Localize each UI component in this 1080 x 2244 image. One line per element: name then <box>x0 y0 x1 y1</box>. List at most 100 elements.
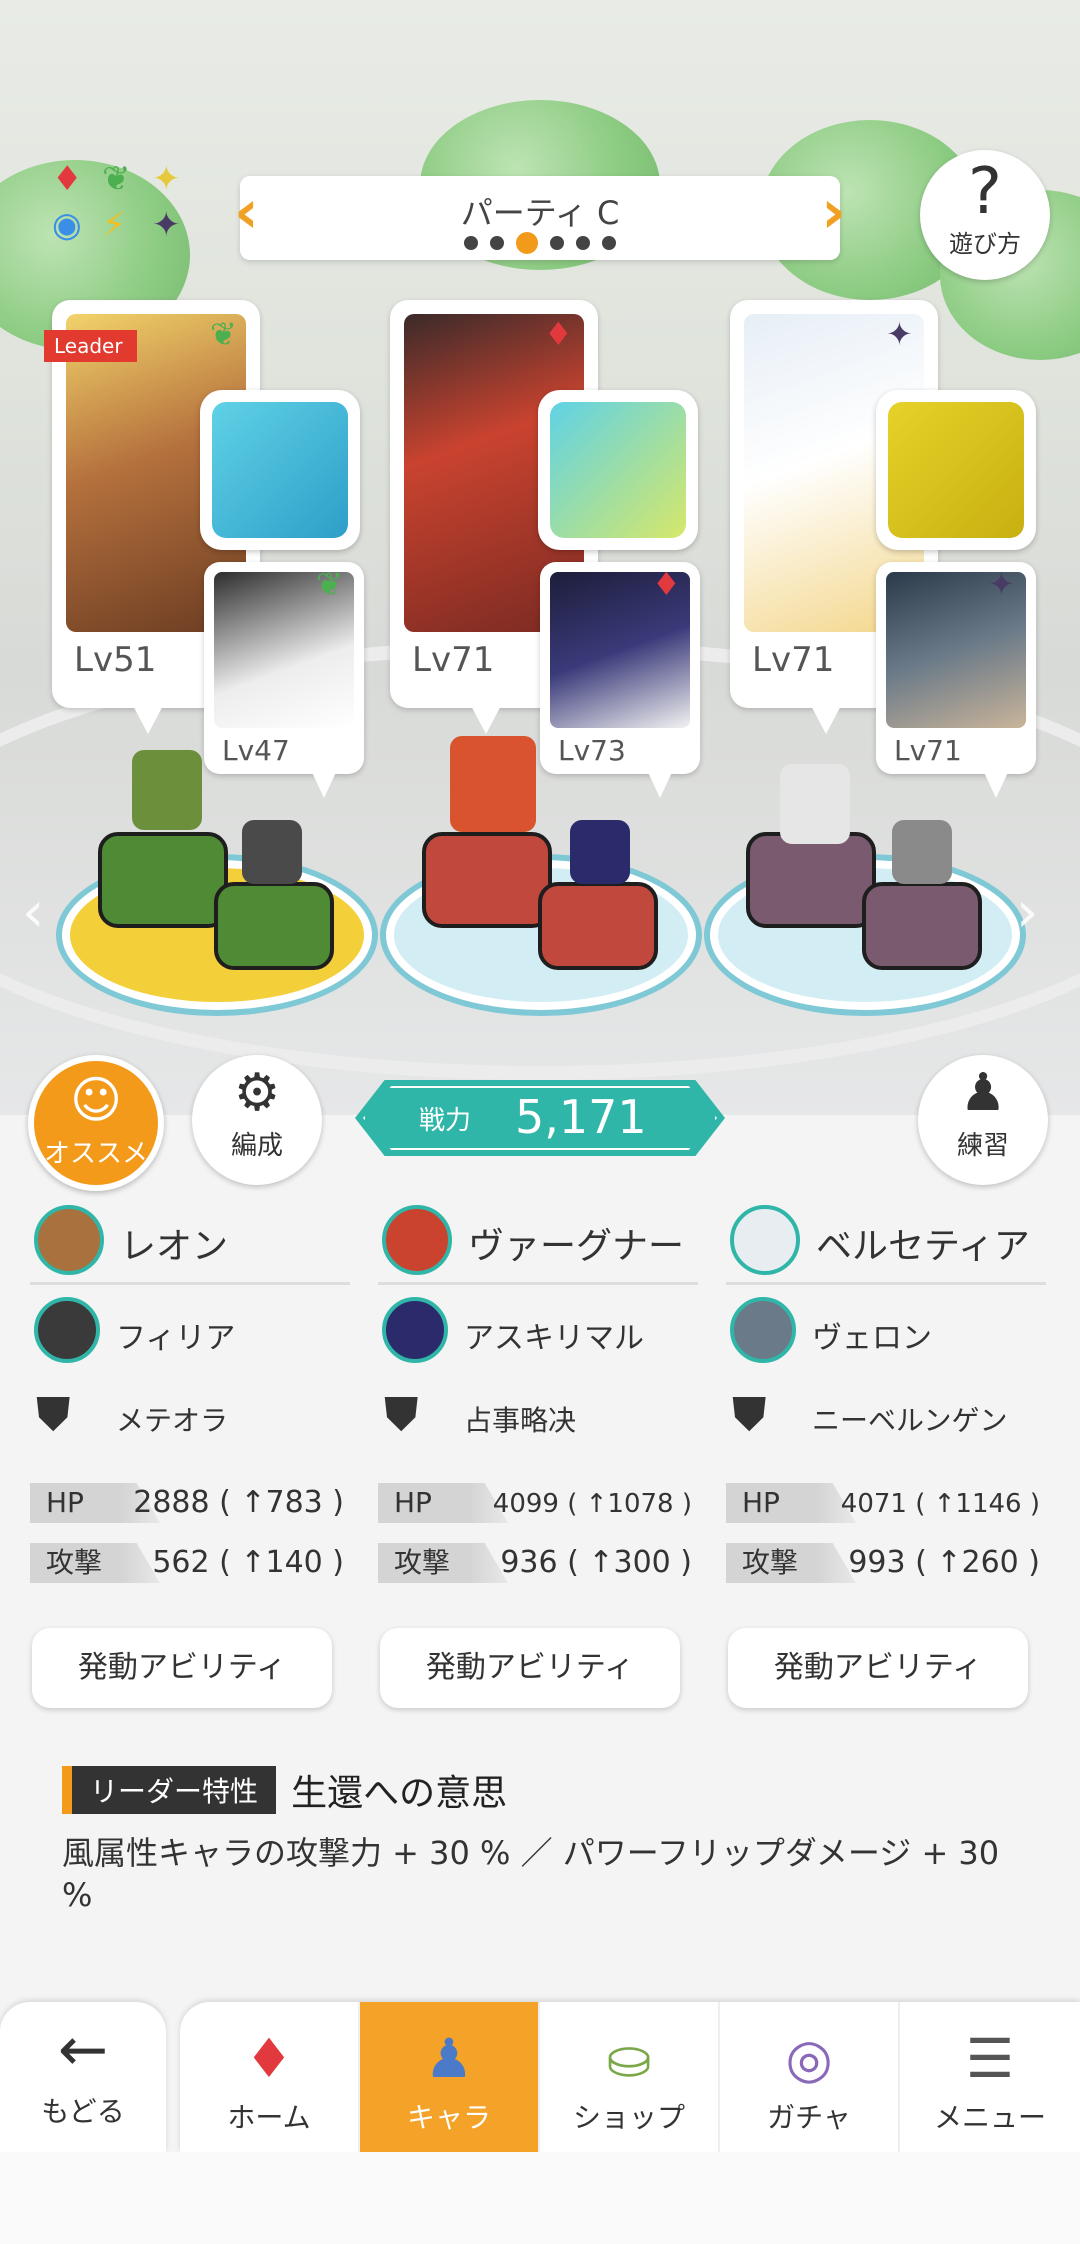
level-label: Lv71 <box>412 640 495 680</box>
weapon-row[interactable]: ⛊ ニーベルンゲン <box>726 1377 1046 1463</box>
character-icon: ♟ <box>424 2027 474 2090</box>
star-icon: ✦ <box>152 205 181 245</box>
weapon-name: メテオラ <box>116 1404 229 1437</box>
diamond-icon: ♦ <box>52 159 83 199</box>
page-dot-active[interactable] <box>516 232 538 254</box>
card-tail <box>646 768 674 798</box>
hp-value: 2888 ( ↑783 ) <box>133 1485 344 1520</box>
team1-platform[interactable] <box>62 750 372 1010</box>
attack-label: 攻撃 <box>30 1543 160 1583</box>
page-dot[interactable] <box>464 236 478 250</box>
attribute-chart: ♦ ❦ ✦ ◉ ⚡ ✦ <box>52 162 192 250</box>
attack-label: 攻撃 <box>726 1543 856 1583</box>
level-label: Lv73 <box>558 734 626 767</box>
power-display: 戦力 5,171 <box>355 1080 725 1156</box>
nav-chara[interactable]: ♟ キャラ <box>360 2002 540 2152</box>
gacha-icon: ◎ <box>785 2027 833 2090</box>
practice-button[interactable]: ♟ 練習 <box>918 1055 1048 1185</box>
team2-ability-button[interactable]: 発動アビリティ <box>380 1628 680 1708</box>
card-tail <box>130 700 166 734</box>
leader-row[interactable]: レオン <box>30 1195 350 1285</box>
nav-label: ガチャ <box>767 2101 851 2134</box>
level-label: Lv71 <box>894 734 962 767</box>
nav-home[interactable]: ♦ ホーム <box>180 2002 360 2152</box>
team3-platform[interactable] <box>710 764 1020 1010</box>
sub-row[interactable]: フィリア <box>30 1285 350 1377</box>
sub-row[interactable]: ヴェロン <box>726 1285 1046 1377</box>
platform-block <box>422 832 552 928</box>
left-arrow-icon[interactable]: ‹ <box>22 880 44 945</box>
party-title: パーティ C <box>460 194 620 232</box>
page-dot[interactable] <box>490 236 504 250</box>
pixel-character <box>570 820 630 884</box>
weapon-row[interactable]: ⛊ 占事略决 <box>378 1377 698 1463</box>
nav-bar: ♦ ホーム ♟ キャラ ⛀ ショップ ◎ ガチャ ☰ メニュー <box>180 2002 1080 2152</box>
pixel-character <box>780 764 850 844</box>
card-tail <box>982 768 1010 798</box>
nav-shop[interactable]: ⛀ ショップ <box>540 2002 720 2152</box>
bottom-navigation: ← もどる ♦ ホーム ♟ キャラ ⛀ ショップ ◎ ガチャ ☰ メニュー <box>0 1996 1080 2244</box>
team3-stats: ベルセティア ヴェロン ⛊ ニーベルンゲン HP 4071 ( ↑1146 ) … <box>726 1195 1046 1583</box>
party-arena: ♦ ❦ ✦ ◉ ⚡ ✦ ‹ › パーティ C ? 遊び方 Lv51 Leader… <box>0 0 1080 1115</box>
back-button[interactable]: ← もどる <box>0 2002 166 2152</box>
formation-gear-icon: ⚙ <box>233 1063 281 1123</box>
team1-ability-button[interactable]: 発動アビリティ <box>32 1628 332 1708</box>
page-dot[interactable] <box>550 236 564 250</box>
nav-gacha[interactable]: ◎ ガチャ <box>720 2002 900 2152</box>
team3-ability-button[interactable]: 発動アビリティ <box>728 1628 1028 1708</box>
weapon-row[interactable]: ⛊ メテオラ <box>30 1377 350 1463</box>
home-icon: ♦ <box>244 2027 294 2090</box>
hp-stat: HP 4099 ( ↑1078 ) <box>378 1483 698 1523</box>
team2-weapon-card[interactable] <box>538 390 698 550</box>
help-label: 遊び方 <box>949 230 1021 258</box>
practice-label: 練習 <box>956 1131 1009 1161</box>
diamond-icon: ♦ <box>652 565 681 603</box>
team1-weapon-card[interactable] <box>200 390 360 550</box>
hp-label: HP <box>726 1483 856 1523</box>
recommend-label: オススメ <box>43 1139 148 1169</box>
recommend-icon: ☺ <box>69 1071 123 1129</box>
page-dot[interactable] <box>576 236 590 250</box>
leaf-icon: ❦ <box>210 315 237 353</box>
leader-name: ヴァーグナー <box>468 1226 685 1267</box>
weapon-shield-icon: ⛊ <box>384 1387 419 1441</box>
shop-bag-icon: ⛀ <box>606 2027 652 2090</box>
card-tail <box>310 768 338 798</box>
leader-row[interactable]: ヴァーグナー <box>378 1195 698 1285</box>
sub-name: ヴェロン <box>812 1321 932 1356</box>
attack-value: 562 ( ↑140 ) <box>152 1545 344 1580</box>
avatar <box>382 1297 448 1363</box>
sub-row[interactable]: アスキリマル <box>378 1285 698 1377</box>
team3-weapon-card[interactable] <box>876 390 1036 550</box>
recommend-button[interactable]: ☺ オススメ <box>28 1055 164 1191</box>
tome-icon <box>888 402 1024 538</box>
attack-value: 993 ( ↑260 ) <box>848 1545 1040 1580</box>
avatar <box>730 1205 800 1275</box>
training-dummy-icon: ♟ <box>959 1063 1007 1123</box>
scroll-icon <box>550 402 686 538</box>
card-tail <box>468 700 504 734</box>
platform-block <box>538 882 658 970</box>
weapon-name: 占事略决 <box>464 1404 577 1437</box>
right-arrow-icon[interactable]: › <box>1016 880 1038 945</box>
page-dot[interactable] <box>602 236 616 250</box>
hp-label: HP <box>378 1483 508 1523</box>
leader-skill: リーダー特性 生還への意思 風属性キャラの攻撃力 + 30 % ／ パワーフリッ… <box>62 1764 1022 1916</box>
platform-block <box>214 882 334 970</box>
power-value: 5,171 <box>515 1090 647 1144</box>
team2-platform[interactable] <box>386 736 696 1010</box>
avatar <box>730 1297 796 1363</box>
star-icon: ✦ <box>886 315 913 353</box>
leader-row[interactable]: ベルセティア <box>726 1195 1046 1285</box>
nav-menu[interactable]: ☰ メニュー <box>900 2002 1080 2152</box>
attack-stat: 攻撃 562 ( ↑140 ) <box>30 1543 350 1583</box>
nav-label: キャラ <box>406 2101 491 2134</box>
hp-value: 4099 ( ↑1078 ) <box>492 1489 692 1519</box>
avatar <box>382 1205 452 1275</box>
help-button[interactable]: ? 遊び方 <box>920 150 1050 280</box>
leader-skill-name: 生還への意思 <box>291 1773 508 1814</box>
platform-block <box>746 832 876 928</box>
diamond-icon: ♦ <box>544 315 573 353</box>
formation-button[interactable]: ⚙ 編成 <box>192 1055 322 1185</box>
avatar <box>34 1297 100 1363</box>
